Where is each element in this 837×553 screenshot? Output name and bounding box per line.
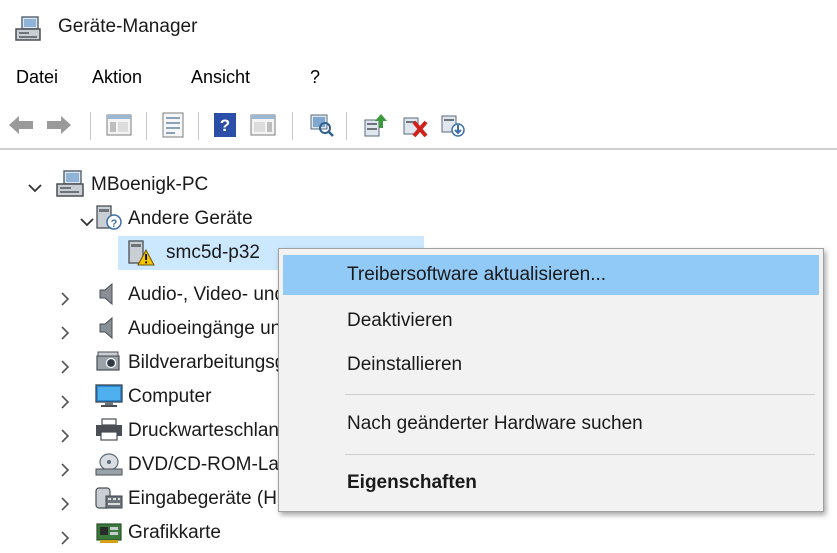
chevron-right-icon[interactable] <box>56 290 74 308</box>
chevron-right-icon[interactable] <box>56 529 74 547</box>
scan-hardware-menu-item[interactable]: Nach geänderter Hardware suchen <box>283 404 819 444</box>
unknown-device-icon: ? <box>96 205 122 230</box>
toolbar: ? <box>0 100 837 150</box>
disable-device-icon[interactable] <box>398 108 432 142</box>
display-adapter-icon <box>96 523 122 543</box>
tree-item-label[interactable]: Computer <box>128 386 211 408</box>
properties-label: Eigenschaften <box>347 472 477 493</box>
show-hide-console-tree-icon[interactable] <box>102 108 136 142</box>
svg-text:?: ? <box>220 116 230 135</box>
uninstall-device-icon[interactable] <box>436 108 470 142</box>
properties-icon[interactable] <box>156 108 190 142</box>
tree-root-label[interactable]: MBoenigk-PC <box>91 174 208 196</box>
uninstall-label: Deinstallieren <box>347 354 463 375</box>
back-icon[interactable] <box>4 108 38 142</box>
chevron-right-icon[interactable] <box>56 324 74 342</box>
device-manager-icon <box>15 16 41 41</box>
scan-hardware-icon[interactable] <box>304 108 338 142</box>
menu-help[interactable]: ? <box>310 67 320 88</box>
properties-menu-item[interactable]: Eigenschaften <box>283 463 819 503</box>
computer-root-icon <box>56 170 84 197</box>
menu-separator <box>345 454 815 455</box>
scan-hardware-label: Nach geänderter Hardware suchen <box>347 413 643 434</box>
warning-device-icon <box>128 240 155 266</box>
chevron-down-icon[interactable] <box>26 179 44 197</box>
input-device-icon <box>95 487 123 509</box>
menu-action[interactable]: Aktion <box>92 67 142 88</box>
speaker-icon <box>99 282 113 306</box>
tree-item-label[interactable]: Grafikkarte <box>128 522 221 544</box>
chevron-right-icon[interactable] <box>56 461 74 479</box>
help-icon[interactable]: ? <box>208 108 242 142</box>
context-menu: Treibersoftware aktualisieren... Deaktiv… <box>278 248 824 512</box>
optical-drive-icon <box>95 453 123 476</box>
action-pane-icon[interactable] <box>246 108 280 142</box>
toolbar-divider <box>0 148 837 150</box>
tree-selected-device-label[interactable]: smc5d-p32 <box>166 242 260 264</box>
tree-other-devices-label[interactable]: Andere Geräte <box>128 208 253 230</box>
chevron-right-icon[interactable] <box>56 358 74 376</box>
update-driver-menu-item[interactable]: Treibersoftware aktualisieren... <box>283 255 819 295</box>
uninstall-menu-item[interactable]: Deinstallieren <box>283 345 819 385</box>
chevron-right-icon[interactable] <box>56 495 74 513</box>
speaker-icon <box>99 316 113 340</box>
monitor-icon <box>95 384 123 407</box>
update-driver-icon[interactable] <box>358 108 392 142</box>
svg-text:?: ? <box>111 218 118 230</box>
menu-separator <box>345 394 815 395</box>
chevron-right-icon[interactable] <box>56 393 74 411</box>
disable-menu-item[interactable]: Deaktivieren <box>283 301 819 341</box>
menu-file[interactable]: Datei <box>16 67 58 88</box>
printer-icon <box>96 418 122 441</box>
update-driver-label: Treibersoftware aktualisieren... <box>347 264 607 285</box>
menu-view[interactable]: Ansicht <box>191 67 250 88</box>
chevron-right-icon[interactable] <box>56 427 74 445</box>
disable-label: Deaktivieren <box>347 310 453 331</box>
title-bar: Geräte-Manager <box>0 0 837 58</box>
forward-icon[interactable] <box>42 108 76 142</box>
menu-bar: Datei Aktion Ansicht ? <box>0 62 837 94</box>
window-title: Geräte-Manager <box>58 16 198 37</box>
camera-icon <box>96 351 120 371</box>
